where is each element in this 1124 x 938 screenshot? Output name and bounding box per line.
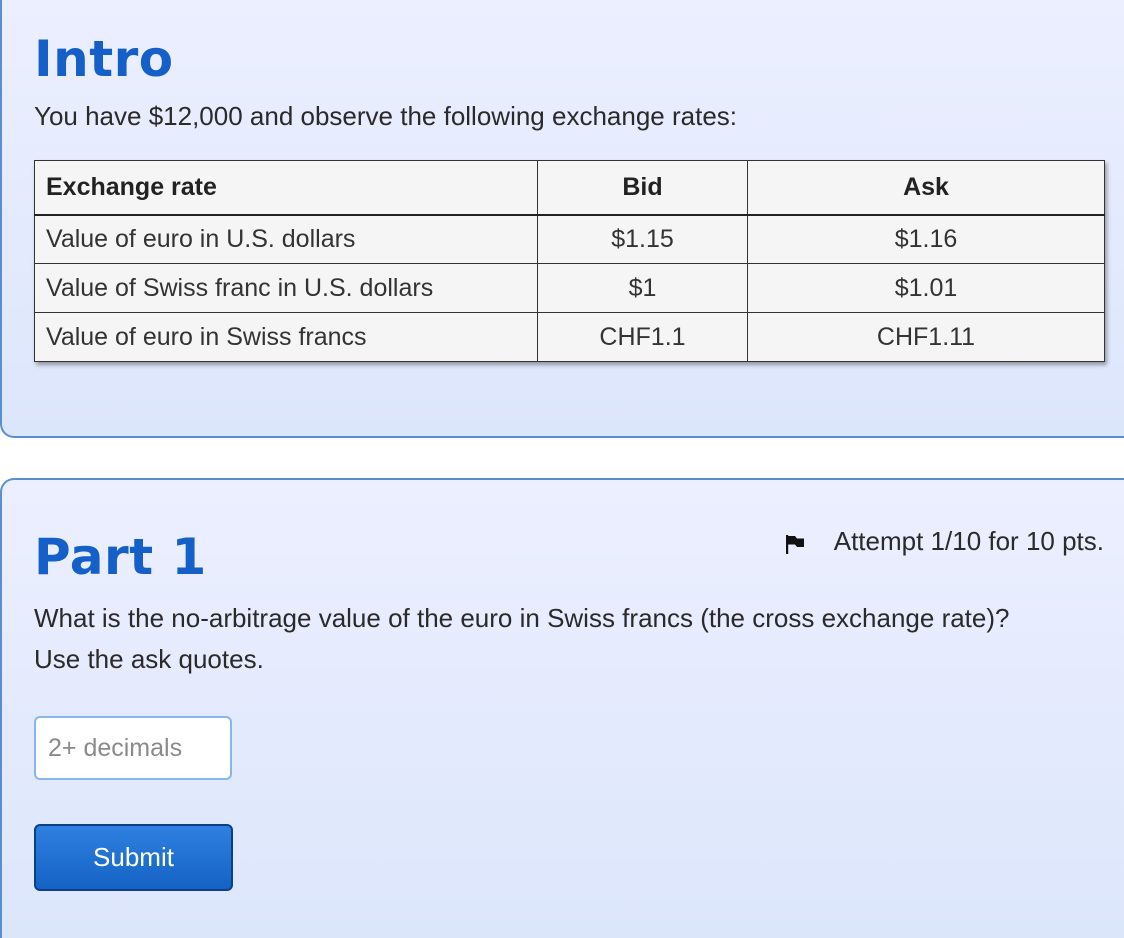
- part1-card: Part 1 Attempt 1/10 for 10 pts. What is …: [0, 478, 1124, 938]
- question-text: What is the no-arbitrage value of the eu…: [34, 598, 1104, 680]
- intro-title: Intro: [34, 30, 174, 88]
- answer-input[interactable]: [34, 716, 232, 780]
- table-row: Value of euro in Swiss francs CHF1.1 CHF…: [34, 312, 1105, 362]
- table-header-row: Exchange rate Bid Ask: [34, 160, 1105, 216]
- ask-cell: CHF1.11: [747, 312, 1105, 362]
- ask-cell: $1.16: [747, 214, 1105, 264]
- intro-card: Intro You have $12,000 and observe the f…: [0, 0, 1124, 438]
- part1-title: Part 1: [34, 528, 207, 586]
- intro-text: You have $12,000 and observe the followi…: [34, 101, 738, 131]
- attempt-text: Attempt 1/10 for 10 pts.: [833, 526, 1104, 556]
- question-line-2: Use the ask quotes.: [34, 644, 264, 674]
- rate-name-cell: Value of euro in Swiss francs: [34, 312, 538, 362]
- bid-cell: $1.15: [537, 214, 748, 264]
- table-row: Value of Swiss franc in U.S. dollars $1 …: [34, 263, 1105, 313]
- rate-name-cell: Value of Swiss franc in U.S. dollars: [34, 263, 538, 313]
- table-row: Value of euro in U.S. dollars $1.15 $1.1…: [34, 214, 1105, 264]
- column-header-exchange-rate: Exchange rate: [34, 160, 538, 216]
- bid-cell: CHF1.1: [537, 312, 748, 362]
- column-header-ask: Ask: [747, 160, 1105, 216]
- attempt-info: Attempt 1/10 for 10 pts.: [784, 526, 1104, 557]
- ask-cell: $1.01: [747, 263, 1105, 313]
- flag-icon[interactable]: [784, 531, 806, 554]
- exchange-rate-table: Exchange rate Bid Ask Value of euro in U…: [34, 160, 1105, 362]
- rate-name-cell: Value of euro in U.S. dollars: [34, 214, 538, 264]
- submit-button[interactable]: Submit: [34, 824, 233, 891]
- bid-cell: $1: [537, 263, 748, 313]
- question-line-1: What is the no-arbitrage value of the eu…: [34, 603, 1010, 633]
- column-header-bid: Bid: [537, 160, 748, 216]
